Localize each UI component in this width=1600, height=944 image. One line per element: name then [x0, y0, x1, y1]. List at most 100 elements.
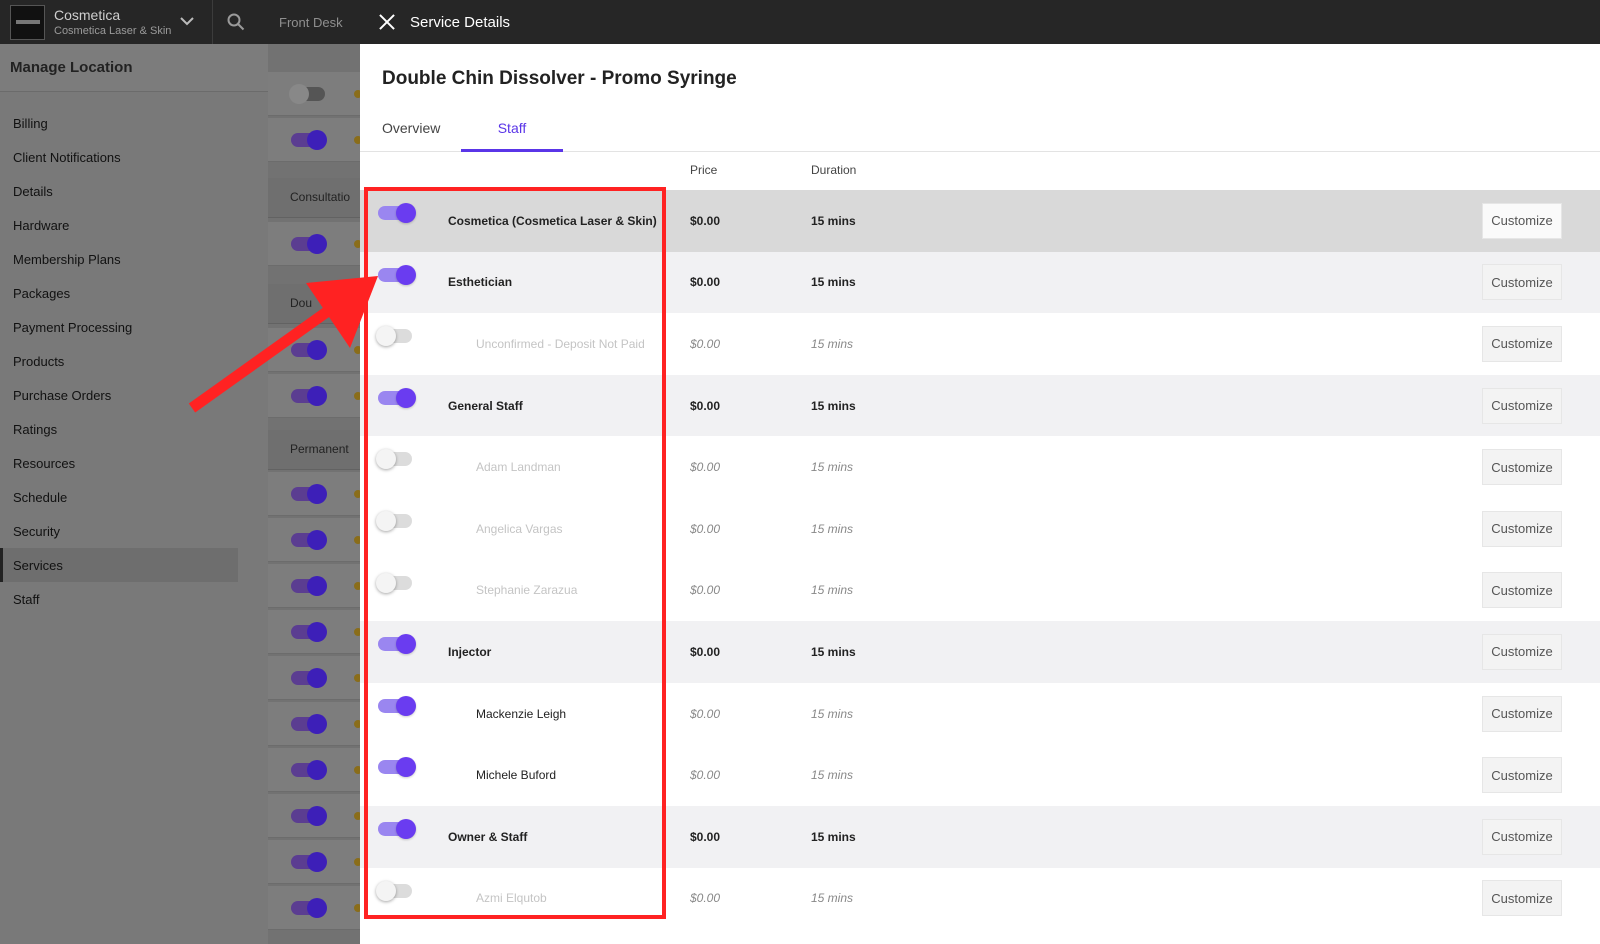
service-row	[268, 328, 360, 372]
service-toggle[interactable]	[291, 760, 327, 780]
toggle-knob	[376, 880, 396, 901]
service-toggle[interactable]	[291, 234, 327, 254]
service-toggle[interactable]	[291, 576, 327, 596]
customize-button[interactable]: Customize	[1482, 818, 1562, 855]
sidebar-item-purchase-orders[interactable]: Purchase Orders	[0, 378, 238, 412]
customize-button[interactable]: Customize	[1482, 264, 1562, 301]
duration-value: 15 mins	[811, 768, 854, 783]
duration-value: 15 mins	[811, 829, 856, 844]
staff-toggle[interactable]	[378, 264, 416, 285]
service-row	[268, 610, 360, 654]
service-toggle[interactable]	[291, 530, 327, 550]
price-value: $0.00	[690, 521, 721, 536]
sidebar-item-services[interactable]: Services	[0, 548, 238, 582]
chevron-down-icon[interactable]	[180, 13, 195, 31]
staff-toggle[interactable]	[378, 634, 416, 655]
sidebar-item-hardware[interactable]: Hardware	[0, 208, 238, 242]
toggle-knob	[376, 572, 396, 593]
duration-value: 15 mins	[811, 460, 854, 475]
location-switcher[interactable]: Cosmetica Cosmetica Laser & Skin	[0, 0, 213, 44]
duration-value: 15 mins	[811, 891, 854, 906]
close-icon[interactable]	[377, 12, 397, 32]
staff-toggle[interactable]	[376, 510, 412, 531]
front-desk-link[interactable]: Front Desk	[279, 15, 343, 30]
staff-row: Stephanie Zarazua $0.00 15 mins Customize	[360, 560, 1600, 622]
service-toggle[interactable]	[291, 340, 327, 360]
tab-staff[interactable]: Staff	[461, 120, 563, 152]
search-icon[interactable]	[213, 0, 259, 44]
duration-value: 15 mins	[811, 706, 854, 721]
customize-button[interactable]: Customize	[1482, 880, 1562, 917]
toggle-knob	[396, 264, 416, 285]
customize-button[interactable]: Customize	[1482, 757, 1562, 794]
customize-button[interactable]: Customize	[1482, 449, 1562, 486]
service-row	[268, 702, 360, 746]
service-toggle[interactable]	[291, 806, 327, 826]
staff-toggle[interactable]	[376, 449, 412, 470]
customize-button[interactable]: Customize	[1482, 387, 1562, 424]
customize-button[interactable]: Customize	[1482, 202, 1562, 239]
sidebar-item-client-notifications[interactable]: Client Notifications	[0, 140, 238, 174]
service-category-header: Permanent	[268, 430, 360, 470]
service-details-panel: Double Chin Dissolver - Promo Syringe Ov…	[360, 44, 1600, 944]
sidebar-item-resources[interactable]: Resources	[0, 446, 238, 480]
staff-toggle[interactable]	[376, 880, 412, 901]
customize-button[interactable]: Customize	[1482, 695, 1562, 732]
service-toggle[interactable]	[291, 852, 327, 872]
service-row	[268, 840, 360, 884]
customize-button[interactable]: Customize	[1482, 633, 1562, 670]
staff-group-row: Esthetician $0.00 15 mins Customize	[360, 251, 1600, 314]
service-toggle[interactable]	[291, 386, 327, 406]
sidebar-item-membership-plans[interactable]: Membership Plans	[0, 242, 238, 276]
service-toggle[interactable]	[291, 714, 327, 734]
price-value: $0.00	[690, 706, 721, 721]
sidebar-item-products[interactable]: Products	[0, 344, 238, 378]
service-row	[268, 886, 360, 930]
staff-name: Michele Buford	[476, 768, 557, 783]
staff-name: Mackenzie Leigh	[476, 706, 567, 721]
price-value: $0.00	[690, 460, 721, 475]
customize-button[interactable]: Customize	[1482, 572, 1562, 609]
service-toggle[interactable]	[291, 668, 327, 688]
service-category-label: Permanent	[290, 442, 349, 456]
price-value: $0.00	[690, 398, 721, 413]
service-row	[268, 222, 360, 266]
staff-toggle[interactable]	[378, 695, 416, 716]
sidebar-item-payment-processing[interactable]: Payment Processing	[0, 310, 238, 344]
sidebar-item-billing[interactable]: Billing	[0, 106, 238, 140]
service-toggle[interactable]	[291, 484, 327, 504]
staff-toggle[interactable]	[378, 818, 416, 839]
staff-toggle[interactable]	[376, 326, 412, 347]
price-value: $0.00	[690, 336, 721, 351]
sidebar-item-security[interactable]: Security	[0, 514, 238, 548]
customize-button[interactable]: Customize	[1482, 325, 1562, 362]
staff-toggle[interactable]	[378, 757, 416, 778]
staff-name: Unconfirmed - Deposit Not Paid	[476, 336, 645, 351]
staff-toggle[interactable]	[376, 572, 412, 593]
staff-toggle[interactable]	[378, 203, 416, 223]
service-toggle[interactable]	[291, 622, 327, 642]
staff-group-name: Owner & Staff	[448, 829, 528, 844]
tab-overview[interactable]: Overview	[382, 120, 440, 136]
staff-group-row: General Staff $0.00 15 mins Customize	[360, 374, 1600, 437]
duration-value: 15 mins	[811, 275, 856, 290]
price-value: $0.00	[690, 768, 721, 783]
sidebar-item-details[interactable]: Details	[0, 174, 238, 208]
service-row	[268, 748, 360, 792]
staff-group-name: Injector	[448, 644, 492, 659]
sidebar: Manage Location Billing Client Notificati…	[0, 44, 268, 944]
customize-button[interactable]: Customize	[1482, 510, 1562, 547]
brand-subtitle: Cosmetica Laser & Skin	[54, 25, 172, 37]
sidebar-item-schedule[interactable]: Schedule	[0, 480, 238, 514]
service-toggle[interactable]	[291, 898, 327, 918]
sidebar-item-staff[interactable]: Staff	[0, 582, 238, 616]
sidebar-item-ratings[interactable]: Ratings	[0, 412, 238, 446]
staff-toggle[interactable]	[378, 387, 416, 408]
duration-value: 15 mins	[811, 521, 854, 536]
service-toggle[interactable]	[289, 84, 325, 104]
sidebar-item-packages[interactable]: Packages	[0, 276, 238, 310]
service-row	[268, 518, 360, 562]
service-category-header: Dou	[268, 284, 360, 324]
service-category-label: Consultatio	[290, 190, 351, 204]
service-toggle[interactable]	[291, 130, 327, 150]
